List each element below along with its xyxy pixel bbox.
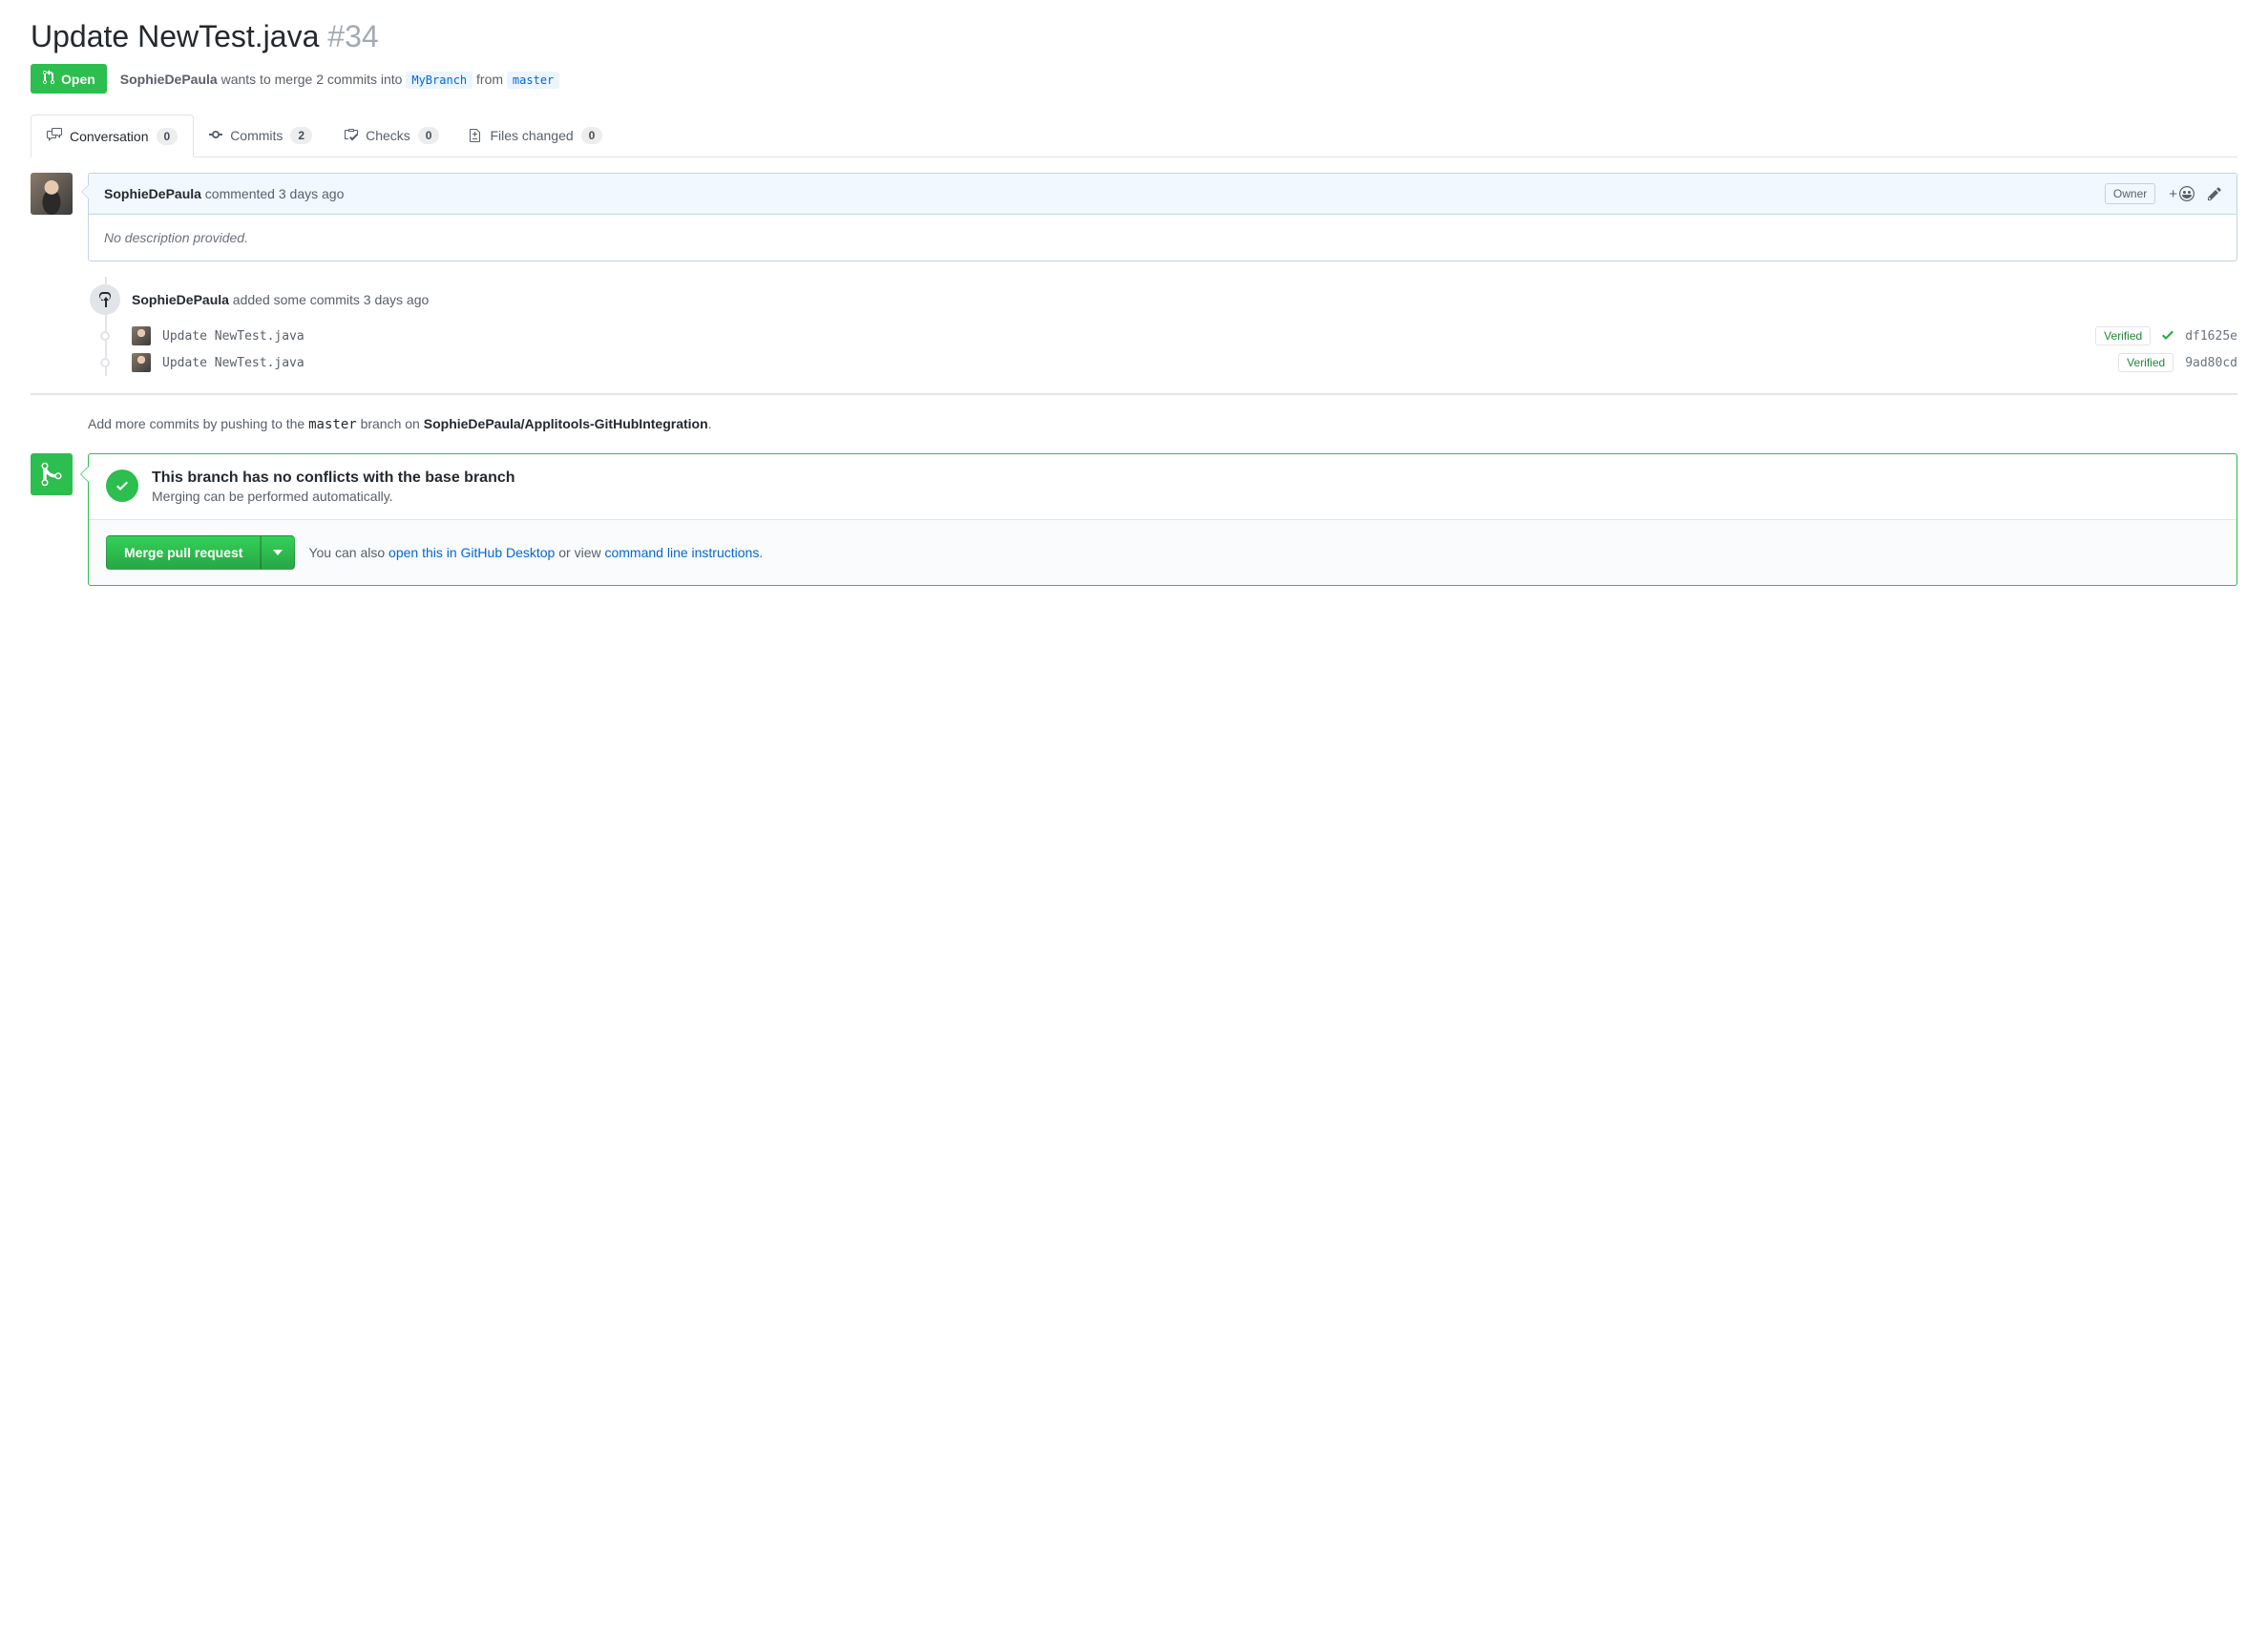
tab-label: Conversation: [70, 129, 149, 144]
owner-badge: Owner: [2105, 183, 2155, 204]
cli-instructions-link[interactable]: command line instructions: [604, 545, 759, 560]
divider: [31, 393, 2237, 395]
checklist-icon: [343, 127, 358, 145]
pr-title: Update NewTest.java #34: [31, 19, 2237, 54]
tab-files[interactable]: Files changed 0: [454, 115, 618, 157]
repo-push-icon: [90, 284, 120, 315]
commit-sha[interactable]: df1625e: [2185, 329, 2237, 344]
commit-dot-icon: [100, 331, 110, 341]
tab-conversation[interactable]: Conversation 0: [31, 115, 194, 157]
tab-label: Checks: [366, 128, 410, 143]
pr-number: #34: [327, 19, 378, 53]
verified-badge[interactable]: Verified: [2095, 326, 2151, 345]
add-reaction-button[interactable]: +: [2169, 186, 2194, 201]
tab-label: Files changed: [490, 128, 573, 143]
event-time[interactable]: 3 days ago: [364, 292, 430, 307]
caret-down-icon: [273, 550, 283, 555]
tabnav: Conversation 0 Commits 2 Checks 0 Files …: [31, 115, 2237, 157]
base-branch[interactable]: MyBranch: [406, 72, 472, 89]
comment-discussion-icon: [47, 127, 62, 145]
commits-added-text: SophieDePaula added some commits 3 days …: [132, 292, 429, 307]
status-label: Open: [61, 72, 95, 87]
commit-events: SophieDePaula added some commits 3 days …: [88, 277, 2237, 376]
git-commit-icon: [209, 127, 222, 145]
tab-counter: 0: [418, 127, 440, 144]
pr-meta: Open SophieDePaula wants to merge 2 comm…: [31, 64, 2237, 94]
merge-options-dropdown[interactable]: [261, 535, 295, 570]
tab-counter: 2: [290, 127, 312, 144]
repo-name[interactable]: SophieDePaula/Applitools-GitHubIntegrati…: [424, 416, 708, 431]
merge-box: This branch has no conflicts with the ba…: [88, 453, 2237, 586]
verified-badge[interactable]: Verified: [2118, 353, 2174, 372]
tab-counter: 0: [157, 128, 178, 145]
open-desktop-link[interactable]: open this in GitHub Desktop: [388, 545, 555, 560]
status-open-badge: Open: [31, 64, 107, 94]
timeline: SophieDePaula commented 3 days ago Owner…: [31, 173, 2237, 453]
tab-checks[interactable]: Checks 0: [327, 115, 454, 157]
success-check-icon: [106, 470, 138, 502]
git-pull-request-icon: [42, 70, 55, 88]
check-icon: [2162, 327, 2174, 345]
merge-pull-request-button[interactable]: Merge pull request: [106, 535, 261, 570]
head-branch[interactable]: master: [507, 72, 559, 89]
tab-counter: 0: [581, 127, 603, 144]
git-merge-icon: [31, 453, 73, 495]
pr-meta-text: SophieDePaula wants to merge 2 commits i…: [120, 72, 560, 87]
comment-body: No description provided.: [89, 215, 2236, 261]
comment-header: SophieDePaula commented 3 days ago Owner…: [89, 174, 2236, 215]
edit-comment-button[interactable]: [2208, 186, 2221, 201]
merge-title: This branch has no conflicts with the ba…: [152, 470, 515, 487]
merge-subtitle: Merging can be performed automatically.: [152, 489, 515, 504]
push-hint: Add more commits by pushing to the maste…: [88, 416, 2237, 432]
diff-icon: [470, 127, 482, 145]
tab-commits[interactable]: Commits 2: [194, 115, 327, 157]
merge-section: This branch has no conflicts with the ba…: [31, 453, 2237, 586]
branch-name: master: [308, 417, 357, 432]
commit-sha[interactable]: 9ad80cd: [2185, 356, 2237, 370]
comment-time[interactable]: 3 days ago: [279, 186, 345, 201]
avatar[interactable]: [31, 173, 73, 215]
pr-author[interactable]: SophieDePaula: [120, 72, 218, 87]
commit-message[interactable]: Update NewTest.java: [162, 356, 304, 370]
commit-row: Update NewTest.java Verified 9ad80cd: [88, 349, 2237, 376]
tab-label: Commits: [230, 128, 283, 143]
commit-row: Update NewTest.java Verified df1625e: [88, 323, 2237, 349]
comment-box: SophieDePaula commented 3 days ago Owner…: [88, 173, 2237, 261]
avatar[interactable]: [132, 353, 151, 372]
avatar[interactable]: [132, 326, 151, 345]
comment-author[interactable]: SophieDePaula: [104, 186, 201, 201]
pr-title-text: Update NewTest.java: [31, 19, 319, 53]
commit-message[interactable]: Update NewTest.java: [162, 329, 304, 344]
merge-button-group: Merge pull request: [106, 535, 295, 570]
commit-dot-icon: [100, 358, 110, 367]
event-author[interactable]: SophieDePaula: [132, 292, 229, 307]
merge-alt-text: You can also open this in GitHub Desktop…: [308, 545, 763, 560]
